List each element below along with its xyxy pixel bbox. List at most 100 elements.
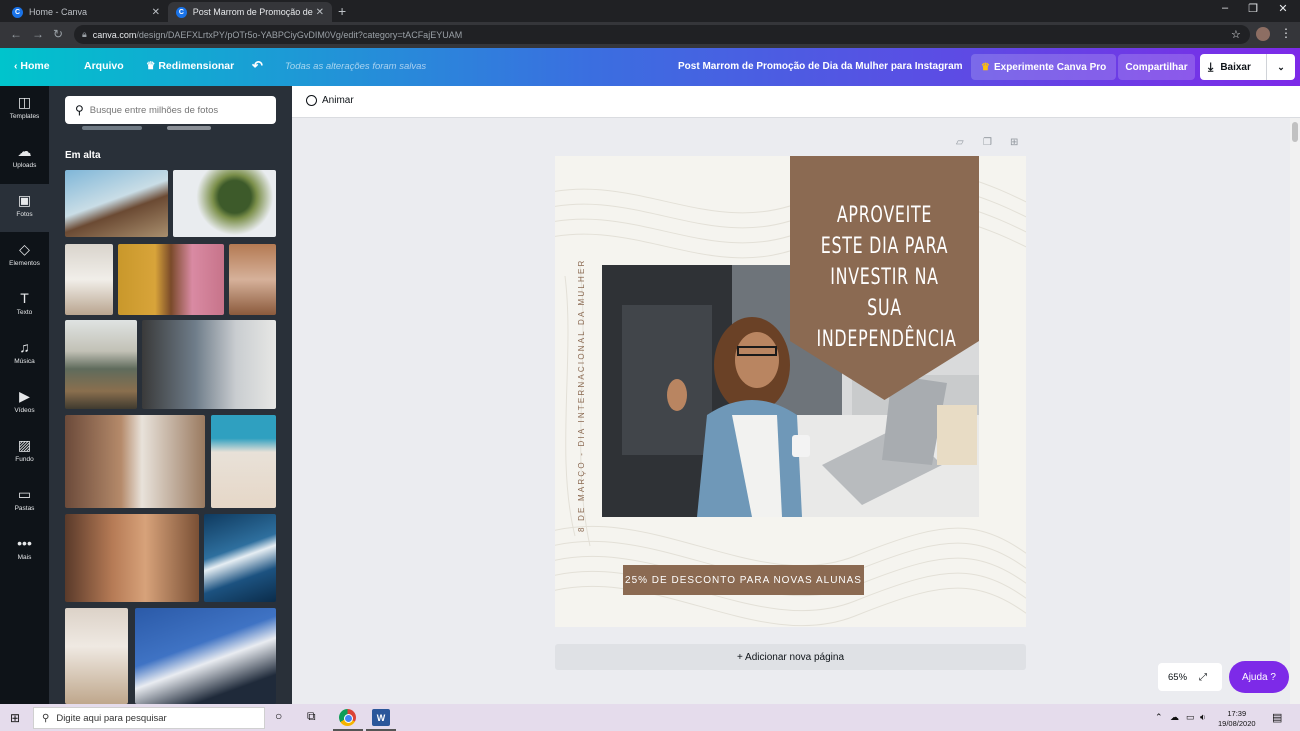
side-rail: ◫ Templates ☁ Uploads ▣ Fotos ◇ Elementos TT… [0, 86, 49, 704]
zoom-level: 65% [1168, 671, 1188, 683]
help-button[interactable]: Ajuda ? [1229, 661, 1289, 693]
crown-icon: ♛ [981, 61, 990, 73]
rail-item-music[interactable]: ♫ Música [0, 331, 49, 379]
taskbar-search[interactable]: ⚲ Digite aqui para pesquisar [33, 707, 265, 729]
back-arrow-icon[interactable]: ← [10, 27, 22, 41]
photo-thumbnail-paper-face[interactable] [211, 415, 276, 508]
bookmark-star-icon[interactable]: ☆ [1231, 28, 1241, 41]
download-button[interactable]: ⤓ Baixar ⌄ [1200, 54, 1295, 80]
photo-thumbnail-woman-laptop[interactable] [142, 320, 276, 409]
photo-thumbnail-hair-portrait[interactable] [229, 244, 276, 315]
url-field[interactable]: 🔒︎ canva.com /design/DAEFXLrtxPY/pOTr5o-… [74, 25, 1250, 44]
photo-thumbnail-dog-beach[interactable] [65, 170, 168, 237]
background-pattern-icon: ▨ [17, 437, 32, 453]
download-icon: ⤓ [1208, 59, 1214, 74]
fullscreen-icon[interactable]: ⤢ [1199, 672, 1207, 683]
rail-item-more[interactable]: ••• Mais [0, 527, 49, 575]
screen: C Home - Canva ✕ C Post Marrom de Promoç… [0, 0, 1300, 731]
discount-banner[interactable]: 25% DE DESCONTO PARA NOVAS ALUNAS [623, 565, 864, 595]
onedrive-icon[interactable]: ☁ [1170, 712, 1179, 723]
rail-item-templates[interactable]: ◫ Templates [0, 86, 49, 134]
photo-thumbnail-child-desk[interactable] [65, 608, 128, 704]
photo-thumbnail-cat-mask[interactable] [65, 415, 205, 508]
close-window-button[interactable]: ✕ [1268, 2, 1298, 15]
headline-line: INVESTIR NA SUA [830, 265, 939, 321]
design-title[interactable]: Post Marrom de Promoção de Dia da Mulher… [678, 61, 963, 72]
photo-thumbnail-couple-laughing[interactable] [65, 514, 199, 602]
reload-icon[interactable]: ↻ [53, 27, 63, 41]
zoom-control[interactable]: 65% ⤢ [1158, 663, 1222, 691]
rail-item-uploads[interactable]: ☁ Uploads [0, 135, 49, 183]
resize-button[interactable]: ♛ Redimensionar [146, 60, 234, 72]
browser-tab-strip: C Home - Canva ✕ C Post Marrom de Promoç… [0, 0, 1300, 22]
search-icon: ⚲ [42, 712, 50, 724]
crown-icon: ♛ [146, 60, 156, 72]
share-button[interactable]: Compartilhar [1118, 54, 1195, 80]
video-play-icon: ▶ [19, 388, 30, 404]
profile-avatar[interactable] [1256, 27, 1270, 41]
chevron-down-icon[interactable]: ⌄ [1267, 62, 1295, 73]
rail-item-text[interactable]: T Texto [0, 282, 49, 330]
tab-title: Home - Canva [29, 7, 88, 17]
maximize-button[interactable]: ❐ [1238, 2, 1268, 15]
cortana-icon[interactable]: ○ [275, 709, 282, 723]
folder-icon: ▭ [17, 486, 32, 502]
headline-text[interactable]: APROVEITE ESTE DIA PARA INVESTIR NA SUA … [816, 200, 957, 355]
photo-thumbnail-ocean-waves[interactable] [204, 514, 276, 602]
photo-thumbnail-plant[interactable] [173, 170, 276, 237]
photo-thumbnail-video-call[interactable] [135, 608, 276, 704]
url-path: /design/DAEFXLrtxPY/pOTr5o-YABPCiyGvDIM0… [136, 29, 463, 40]
tab-home-canva[interactable]: C Home - Canva ✕ [4, 2, 168, 22]
rail-item-videos[interactable]: ▶ Vídeos [0, 380, 49, 428]
home-button[interactable]: ‹ Home [14, 60, 50, 72]
photo-thumbnail-person-home[interactable] [65, 244, 113, 315]
forward-arrow-icon[interactable]: → [32, 27, 44, 41]
editor-toolbar: Animar [292, 86, 1300, 118]
rail-item-background[interactable]: ▨ Fundo [0, 429, 49, 477]
browser-menu-icon[interactable]: ⋮ [1280, 26, 1292, 40]
minimize-button[interactable]: – [1210, 2, 1240, 14]
task-view-icon[interactable]: ⧉ [307, 709, 316, 724]
rail-item-photos[interactable]: ▣ Fotos [0, 184, 49, 232]
display-icon[interactable]: ▭ [1186, 712, 1195, 723]
photos-panel: ⚲ Em alta [49, 86, 292, 704]
headline-line: INDEPENDÊNCIA [816, 327, 957, 352]
photo-search-box[interactable]: ⚲ [65, 96, 276, 124]
add-page-button[interactable]: + Adicionar nova página [555, 644, 1026, 670]
page-notes-icon[interactable]: ▱ [956, 137, 964, 148]
windows-start-icon[interactable]: ⊞ [10, 711, 20, 725]
vertical-scrollbar[interactable] [1290, 118, 1300, 704]
templates-icon: ◫ [17, 94, 32, 110]
tray-chevron-icon[interactable]: ⌃ [1155, 712, 1163, 723]
duplicate-page-icon[interactable]: ❐ [983, 137, 992, 148]
new-tab-button[interactable]: + [338, 3, 346, 19]
tab-close-icon[interactable]: ✕ [152, 7, 160, 18]
system-clock[interactable]: 17:39 19/08/2020 [1218, 709, 1256, 729]
chevron-left-icon: ‹ [14, 60, 18, 72]
try-pro-button[interactable]: ♛ Experimente Canva Pro [971, 54, 1117, 80]
womens-day-vertical-text[interactable]: 8 DE MARÇO - DIA INTERNACIONAL DA MULHER [577, 258, 586, 532]
file-menu[interactable]: Arquivo [84, 60, 124, 72]
word-taskbar-icon[interactable]: W [372, 709, 390, 726]
trending-heading: Em alta [65, 150, 101, 161]
design-canvas[interactable]: APROVEITE ESTE DIA PARA INVESTIR NA SUA … [555, 156, 1026, 627]
undo-button[interactable]: ↶ [252, 58, 263, 74]
photo-thumbnail-colorful-fabrics[interactable] [118, 244, 224, 315]
tab-close-icon[interactable]: ✕ [316, 7, 324, 18]
address-bar-row: ← → ↻ 🔒︎ canva.com /design/DAEFXLrtxPY/p… [0, 22, 1300, 48]
photo-thumbnail-partial[interactable] [82, 126, 142, 130]
url-host: canva.com [92, 29, 137, 40]
animate-button[interactable]: Animar [306, 95, 354, 106]
photo-thumbnail-partial[interactable] [167, 126, 211, 130]
more-dots-icon: ••• [17, 535, 32, 551]
add-page-icon[interactable]: ⊞ [1010, 137, 1018, 148]
photo-search-input[interactable] [89, 104, 250, 116]
chrome-taskbar-icon[interactable] [339, 709, 356, 726]
volume-icon[interactable]: 🔉︎ [1200, 712, 1206, 723]
notifications-icon[interactable]: ▤ [1272, 711, 1282, 724]
tab-post-marrom[interactable]: C Post Marrom de Promoção de Di ✕ [168, 2, 332, 22]
rail-item-folders[interactable]: ▭ Pastas [0, 478, 49, 526]
photo-thumbnail-coastline[interactable] [65, 320, 137, 409]
animate-icon [306, 95, 317, 106]
rail-item-elements[interactable]: ◇ Elementos [0, 233, 49, 281]
